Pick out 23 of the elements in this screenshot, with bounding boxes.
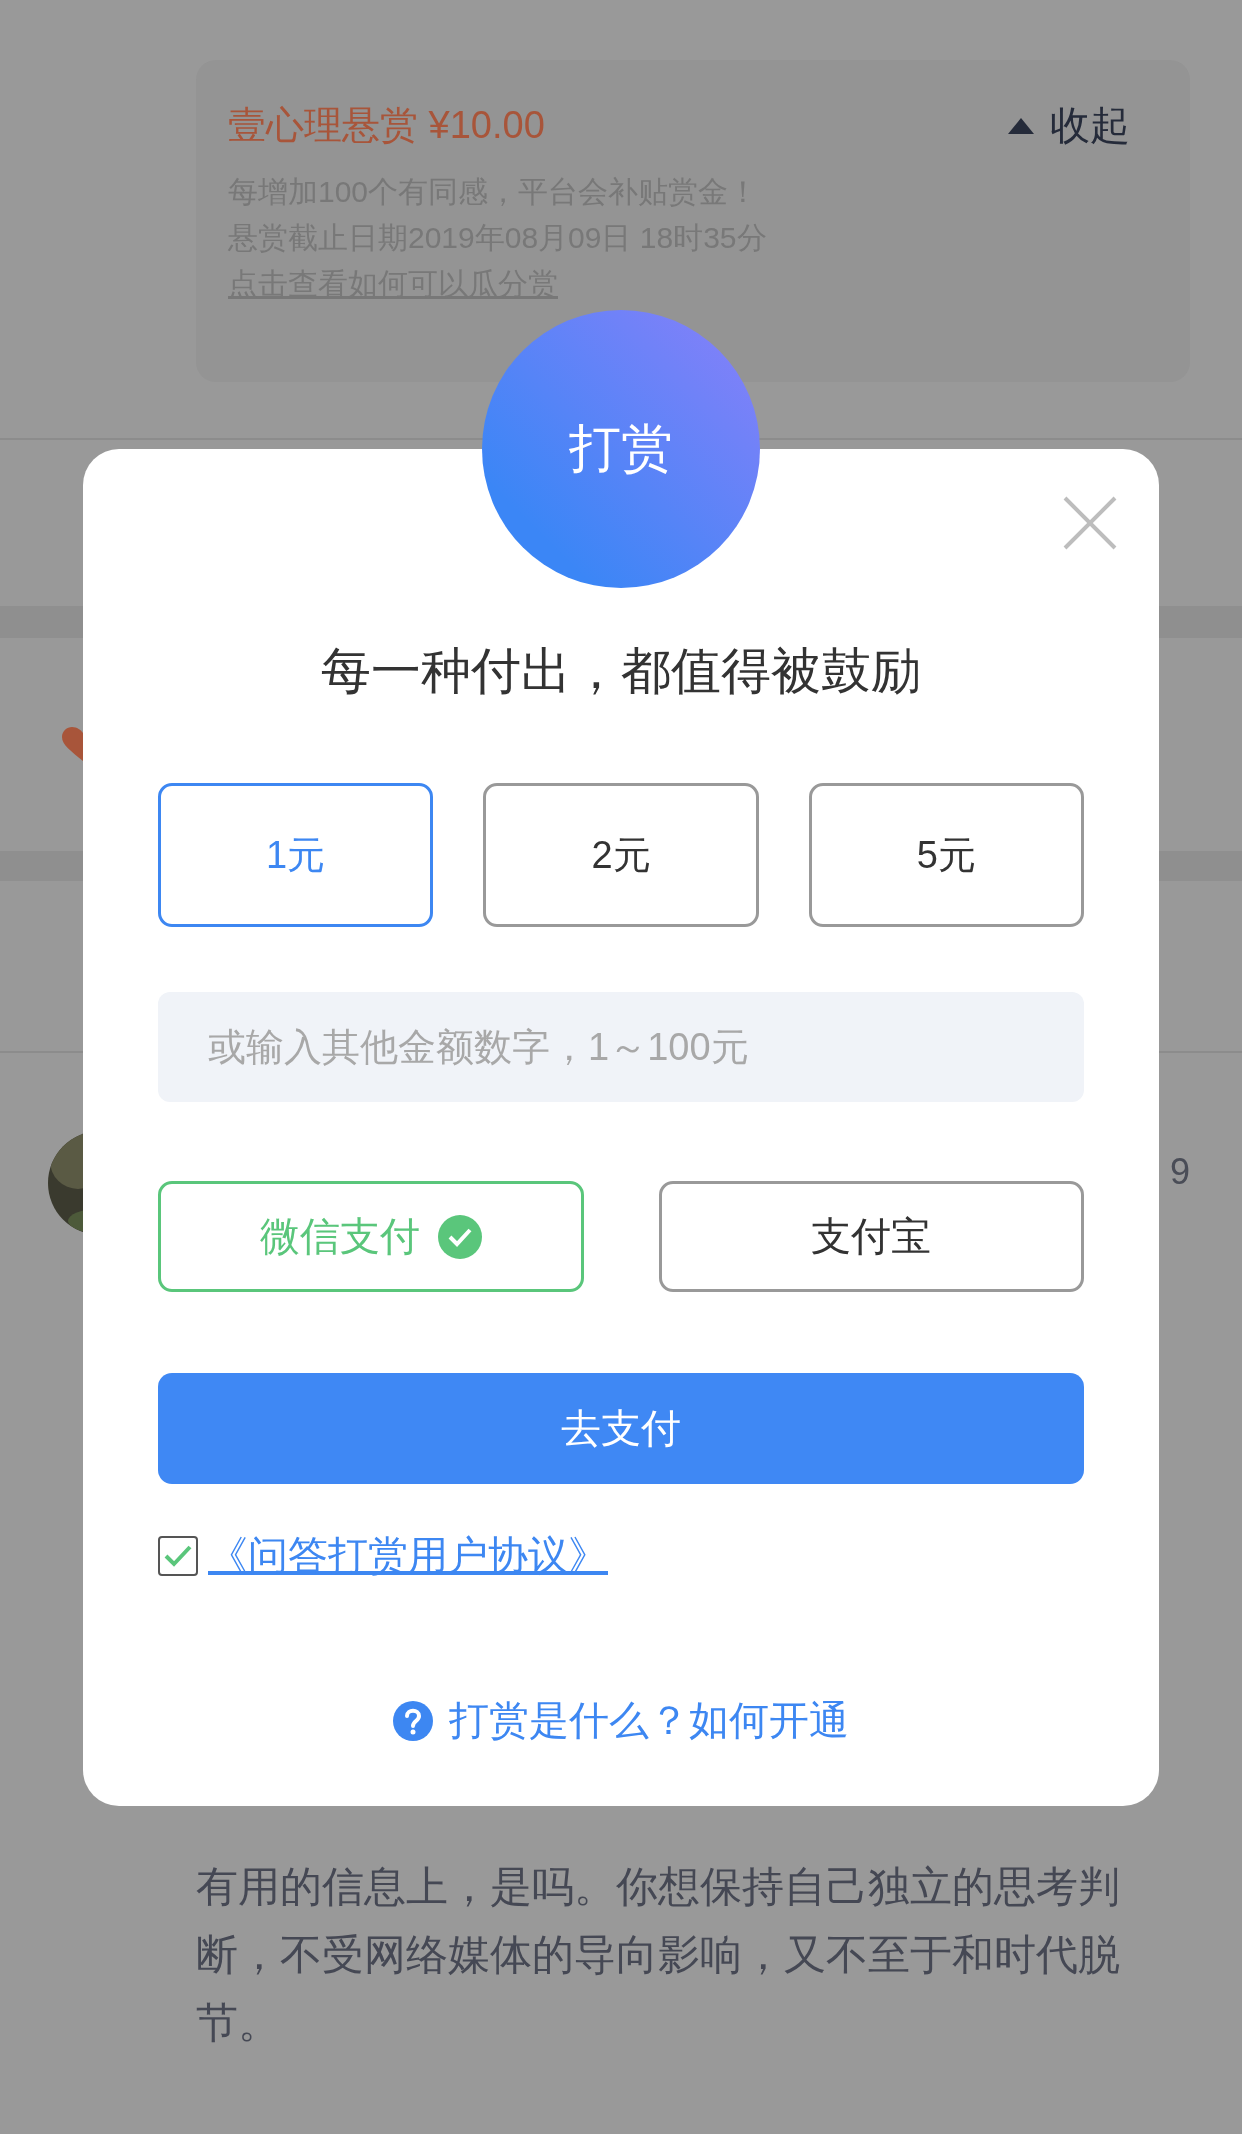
agreement-link[interactable]: 《问答打赏用户协议》 (208, 1528, 608, 1583)
answer-text-line: 断，不受网络媒体的导向影响，又不至于和时代脱 (196, 1930, 1121, 1980)
heart-icon (62, 726, 83, 763)
answer-count: 9 (1169, 1151, 1190, 1193)
payment-option[interactable]: 微信支付 (158, 1181, 584, 1292)
amount-option[interactable]: 5元 (808, 783, 1084, 927)
amount-option[interactable]: 2元 (483, 783, 759, 927)
caret-icon (1008, 117, 1034, 134)
pay-button[interactable]: 去支付 (158, 1373, 1084, 1484)
help-link[interactable]: 打赏是什么？如何开通 (393, 1693, 849, 1748)
payment-option[interactable]: 支付宝 (658, 1181, 1084, 1292)
help-icon (393, 1700, 433, 1741)
check-circle-icon (437, 1214, 482, 1259)
answer-text-line: 有用的信息上，是吗。你想保持自己独立的思考判 (196, 1862, 1121, 1912)
reward-badge: 打赏 (482, 310, 760, 588)
amount-option[interactable]: 1元 (158, 783, 434, 927)
collapse-button[interactable]: 收起 (1008, 98, 1130, 153)
answer-text-line: 节。 (196, 1998, 281, 2048)
agreement-checkbox[interactable] (158, 1535, 198, 1576)
bounty-title: 壹心理悬赏 ¥10.00 (228, 103, 545, 148)
dialog-headline: 每一种付出，都值得被鼓励 (321, 642, 921, 701)
amount-input-field[interactable]: 或输入其他金额数字，1～100元 (158, 992, 1084, 1102)
close-icon (1062, 495, 1118, 551)
